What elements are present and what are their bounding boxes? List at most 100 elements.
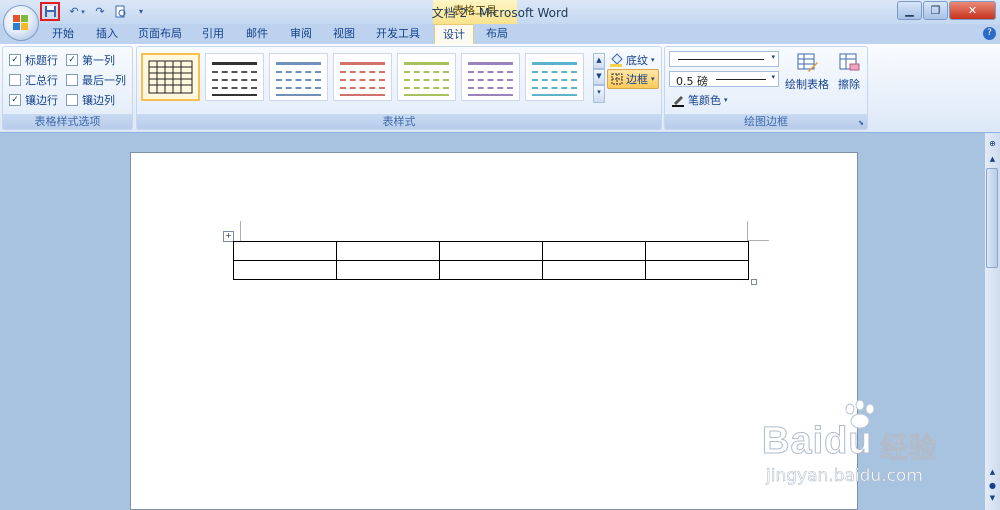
previous-page-icon[interactable]: ▲ [987,468,998,478]
next-page-icon[interactable]: ▼ [987,494,998,504]
draw-table-button[interactable]: 绘制表格 [783,51,831,101]
table-cell[interactable] [542,241,646,261]
dialog-launcher-icon[interactable]: ⬊ [858,119,864,127]
checkbox-icon [9,74,21,86]
print-preview-icon [115,5,125,18]
tab-references[interactable]: 引用 [194,24,232,44]
chevron-down-icon: ▾ [651,56,655,64]
tab-review[interactable]: 审阅 [282,24,320,44]
table-cell[interactable] [233,241,337,261]
checkbox-icon: ✓ [9,94,21,106]
gallery-scroll-down[interactable]: ▼ [593,69,605,85]
crop-mark [240,221,241,241]
checkbox-label: 镶边行 [25,94,58,107]
browse-object-icon[interactable]: ● [987,481,998,491]
help-icon[interactable]: ? [983,27,996,40]
save-button[interactable] [40,2,60,21]
table-style-gallery-item[interactable] [461,53,520,101]
group-label: 绘图边框 [665,114,867,129]
group-label: 表样式 [137,114,661,129]
scrollbar-thumb[interactable] [986,168,998,268]
last-column-checkbox[interactable]: 最后一列 [66,72,126,88]
window-title: 文档 2 - Microsoft Word [431,6,569,20]
first-column-checkbox[interactable]: ✓ 第一列 [66,52,115,68]
chevron-down-icon: ▼ [596,72,602,80]
chevron-down-icon: ▾ [771,73,775,81]
eraser-button[interactable]: 擦除 [833,51,865,101]
table-cell[interactable] [336,241,440,261]
pen-icon [672,96,684,107]
banded-rows-checkbox[interactable]: ✓ 镶边行 [9,92,58,108]
table-cell[interactable] [233,260,337,280]
table-style-gallery-item[interactable] [269,53,328,101]
tab-insert[interactable]: 插入 [88,24,126,44]
redo-button[interactable]: ↷ [90,2,110,21]
table-cell[interactable] [645,241,749,261]
line-style-dropdown[interactable]: ▾ [669,51,779,67]
shading-label: 底纹 [626,54,648,67]
close-button[interactable]: ✕ [949,1,996,20]
table-cell[interactable] [439,241,543,261]
restore-icon: ❐ [930,4,941,17]
office-logo-icon [13,15,29,31]
customize-qat-button[interactable]: ▾ [135,2,147,21]
table-style-gallery-item[interactable] [525,53,584,101]
paint-bucket-icon [610,53,623,67]
table-resize-handle[interactable] [751,279,757,285]
tab-mailings[interactable]: 邮件 [238,24,276,44]
tab-home[interactable]: 开始 [44,24,82,44]
ruler-toggle-icon[interactable]: ⊕ [987,139,998,150]
document-page[interactable] [130,152,858,510]
borders-button[interactable]: 边框 ▾ [607,69,659,89]
shading-button[interactable]: 底纹 ▾ [609,52,655,68]
line-weight-sample [716,79,766,80]
gallery-more-button[interactable]: ▾ [593,85,605,103]
watermark-brand-du: du [824,420,873,463]
chevron-up-icon: ▲ [596,56,602,64]
line-weight-dropdown[interactable]: 0.5 磅 ▾ [669,71,779,88]
pen-color-button[interactable]: 笔颜色 ▾ [671,92,728,108]
group-label: 表格样式选项 [3,114,132,129]
checkbox-icon: ✓ [66,54,78,66]
ribbon-tabs: 开始 插入 页面布局 引用 邮件 审阅 视图 开发工具 设计 布局 [0,24,1000,44]
close-icon: ✕ [967,4,978,17]
table-style-gallery-item[interactable] [205,53,264,101]
table-cell[interactable] [542,260,646,280]
chevron-down-icon: ▾ [724,96,728,104]
minimize-button[interactable]: ▁ [897,1,922,20]
office-button[interactable] [3,5,39,41]
scroll-up-icon[interactable]: ▲ [987,155,998,165]
redo-icon: ↷ [95,5,105,18]
more-icon: ▾ [597,88,601,96]
line-style-sample [678,59,764,60]
checkbox-icon [66,94,78,106]
restore-button[interactable]: ❐ [923,1,948,20]
table-row [233,260,749,280]
gallery-scroll-up[interactable]: ▲ [593,53,605,69]
table-style-gallery-item[interactable] [333,53,392,101]
checkbox-label: 汇总行 [25,74,58,87]
print-preview-button[interactable] [110,2,130,21]
tab-design[interactable]: 设计 [434,24,474,44]
minimize-icon: ▁ [905,4,914,17]
table-cell[interactable] [439,260,543,280]
document-table[interactable] [233,241,749,280]
tab-layout[interactable]: 布局 [478,24,516,44]
table-styles-group: ▲ ▼ ▾ 底纹 ▾ 边框 ▾ 表样式 [136,46,662,130]
checkbox-label: 第一列 [82,54,115,67]
table-style-gallery-item[interactable] [141,53,200,101]
table-cell[interactable] [336,260,440,280]
tab-view[interactable]: 视图 [325,24,363,44]
table-style-options-group: ✓ 标题行 ✓ 第一列 汇总行 最后一列 ✓ 镶边行 镶边列 表格样式选项 [2,46,133,130]
header-row-checkbox[interactable]: ✓ 标题行 [9,52,58,68]
banded-columns-checkbox[interactable]: 镶边列 [66,92,115,108]
total-row-checkbox[interactable]: 汇总行 [9,72,58,88]
table-style-gallery-item[interactable] [397,53,456,101]
table-cell[interactable] [645,260,749,280]
tab-page-layout[interactable]: 页面布局 [132,24,188,44]
crop-mark [747,240,769,241]
undo-dropdown[interactable]: ▾ [78,2,88,21]
table-grid-style-icon [148,60,193,94]
title-bar: 表格工具 文档 2 - Microsoft Word [0,0,1000,24]
tab-developer[interactable]: 开发工具 [368,24,428,44]
